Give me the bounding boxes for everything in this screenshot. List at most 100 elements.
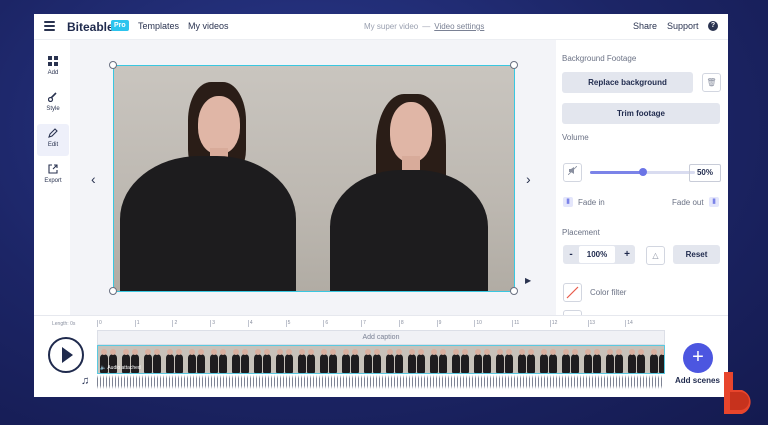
- volume-knob[interactable]: [638, 168, 647, 176]
- ruler-tick: 0: [97, 320, 102, 327]
- placement-decrease-button[interactable]: -: [565, 245, 577, 264]
- filmstrip-frame: [318, 346, 338, 373]
- play-preview-icon[interactable]: ▶: [525, 276, 531, 285]
- audio-attached-text: Audio attached: [107, 365, 141, 371]
- ruler-tick: 3: [210, 320, 215, 327]
- support-link[interactable]: Support: [667, 21, 699, 31]
- filmstrip-frame: [604, 346, 624, 373]
- ruler-tick: 10: [474, 320, 482, 327]
- fade-in-icon[interactable]: ▮: [563, 197, 573, 207]
- resize-handle-bottom-right[interactable]: [510, 287, 518, 295]
- preview-canvas: ‹ › ▶: [70, 40, 556, 315]
- resize-handle-top-right[interactable]: [510, 61, 518, 69]
- biteable-logo-mark: [724, 372, 760, 414]
- sidebar-item-export[interactable]: Export: [37, 160, 69, 192]
- color-filter-label: Color filter: [590, 288, 627, 297]
- filmstrip-frame: [516, 346, 536, 373]
- pro-badge: Pro: [111, 20, 129, 31]
- filmstrip-frame: [626, 346, 646, 373]
- trim-footage-button[interactable]: Trim footage: [562, 103, 720, 124]
- fade-in-label: Fade in: [578, 198, 605, 207]
- placement-stepper: - 100% +: [563, 245, 635, 264]
- filmstrip-frame: [186, 346, 206, 373]
- menu-icon[interactable]: [44, 21, 55, 31]
- color-filter-swatch[interactable]: [563, 283, 582, 302]
- project-title-area: My super video — Video settings: [364, 22, 484, 31]
- ruler-tick: 2: [172, 320, 178, 327]
- video-preview[interactable]: [113, 65, 515, 292]
- ruler-tick: 11: [512, 320, 520, 327]
- resize-handle-top-left[interactable]: [109, 61, 117, 69]
- scene-filmstrip[interactable]: [97, 345, 665, 374]
- sidebar-item-style[interactable]: Style: [37, 88, 69, 120]
- filmstrip-frame: [296, 346, 316, 373]
- volume-fill: [590, 171, 643, 174]
- ruler-tick: 13: [587, 320, 596, 327]
- filmstrip-frame: [164, 346, 184, 373]
- sidebar-item-label: Add: [47, 70, 59, 76]
- sidebar-item-label: Export: [44, 178, 62, 184]
- sidebar-item-edit[interactable]: Edit: [37, 124, 69, 156]
- audio-attached-label: 🔈 Audio attached: [100, 365, 141, 371]
- share-button[interactable]: Share: [633, 21, 657, 31]
- sidebar-item-add[interactable]: Add: [37, 52, 69, 84]
- filmstrip-frame: [560, 346, 580, 373]
- filmstrip-frame: [362, 346, 382, 373]
- fade-out-icon[interactable]: ▮: [709, 197, 719, 207]
- audio-waveform[interactable]: [97, 375, 663, 389]
- placement-value-field[interactable]: 100%: [579, 246, 615, 263]
- filmstrip-frame: [538, 346, 558, 373]
- ruler-tick: 12: [549, 320, 558, 327]
- trash-icon[interactable]: 🗑: [702, 73, 721, 92]
- play-button[interactable]: [48, 337, 84, 373]
- length-label: Length: 0s: [52, 321, 76, 327]
- add-scenes-label[interactable]: Add scenes: [675, 376, 720, 385]
- ruler-tick: 6: [323, 320, 329, 327]
- ruler-tick: 14: [625, 320, 633, 327]
- ruler-tick: 7: [361, 320, 366, 327]
- ruler-tick: 1: [134, 320, 140, 327]
- filmstrip-frame: [582, 346, 602, 373]
- mute-icon[interactable]: [563, 163, 582, 182]
- placement-increase-button[interactable]: +: [620, 245, 634, 264]
- top-bar: Biteable Pro Templates My videos My supe…: [34, 14, 728, 40]
- project-title[interactable]: My super video: [364, 22, 418, 31]
- nav-my-videos[interactable]: My videos: [188, 21, 229, 31]
- background-footage-label: Background Footage: [562, 54, 637, 63]
- replace-background-button[interactable]: Replace background: [562, 72, 693, 93]
- placement-label: Placement: [562, 228, 600, 237]
- filmstrip-frame: [494, 346, 514, 373]
- video-settings-link[interactable]: Video settings: [434, 22, 484, 31]
- timeline-ruler[interactable]: 0 1 2 3 4 5 6 7 8 9 10 11 12 13 14: [97, 320, 663, 328]
- filmstrip-frame: [274, 346, 294, 373]
- tool-sidebar: Add Style Edit Export: [34, 40, 70, 315]
- help-icon[interactable]: ?: [708, 21, 718, 31]
- volume-label: Volume: [562, 133, 589, 142]
- next-scene-arrow[interactable]: ›: [526, 171, 531, 187]
- filmstrip-frame: [472, 346, 492, 373]
- pencil-icon: [37, 128, 69, 139]
- filmstrip-frame: [384, 346, 404, 373]
- filmstrip-frame: [142, 346, 162, 373]
- title-separator: —: [422, 22, 431, 31]
- filmstrip-frame: [252, 346, 272, 373]
- volume-slider[interactable]: [590, 168, 695, 176]
- brush-icon: [37, 92, 69, 103]
- fade-out-label: Fade out: [672, 198, 704, 207]
- export-icon: [37, 164, 69, 175]
- volume-value-field[interactable]: 50%: [689, 164, 721, 182]
- brand-logo[interactable]: Biteable: [67, 20, 114, 34]
- reset-button[interactable]: Reset: [673, 245, 720, 264]
- edit-panel: Background Footage Replace background 🗑 …: [556, 40, 728, 329]
- filmstrip-frame: [340, 346, 360, 373]
- add-scenes-button[interactable]: +: [683, 343, 713, 373]
- nav-templates[interactable]: Templates: [138, 21, 179, 31]
- filmstrip-frame: [428, 346, 448, 373]
- add-caption-track[interactable]: Add caption: [97, 330, 665, 345]
- music-icon[interactable]: ♫: [81, 375, 89, 387]
- filmstrip-frame: [230, 346, 250, 373]
- filmstrip-frame: [406, 346, 426, 373]
- align-icon[interactable]: △: [646, 246, 665, 265]
- resize-handle-bottom-left[interactable]: [109, 287, 117, 295]
- previous-scene-arrow[interactable]: ‹: [91, 171, 96, 187]
